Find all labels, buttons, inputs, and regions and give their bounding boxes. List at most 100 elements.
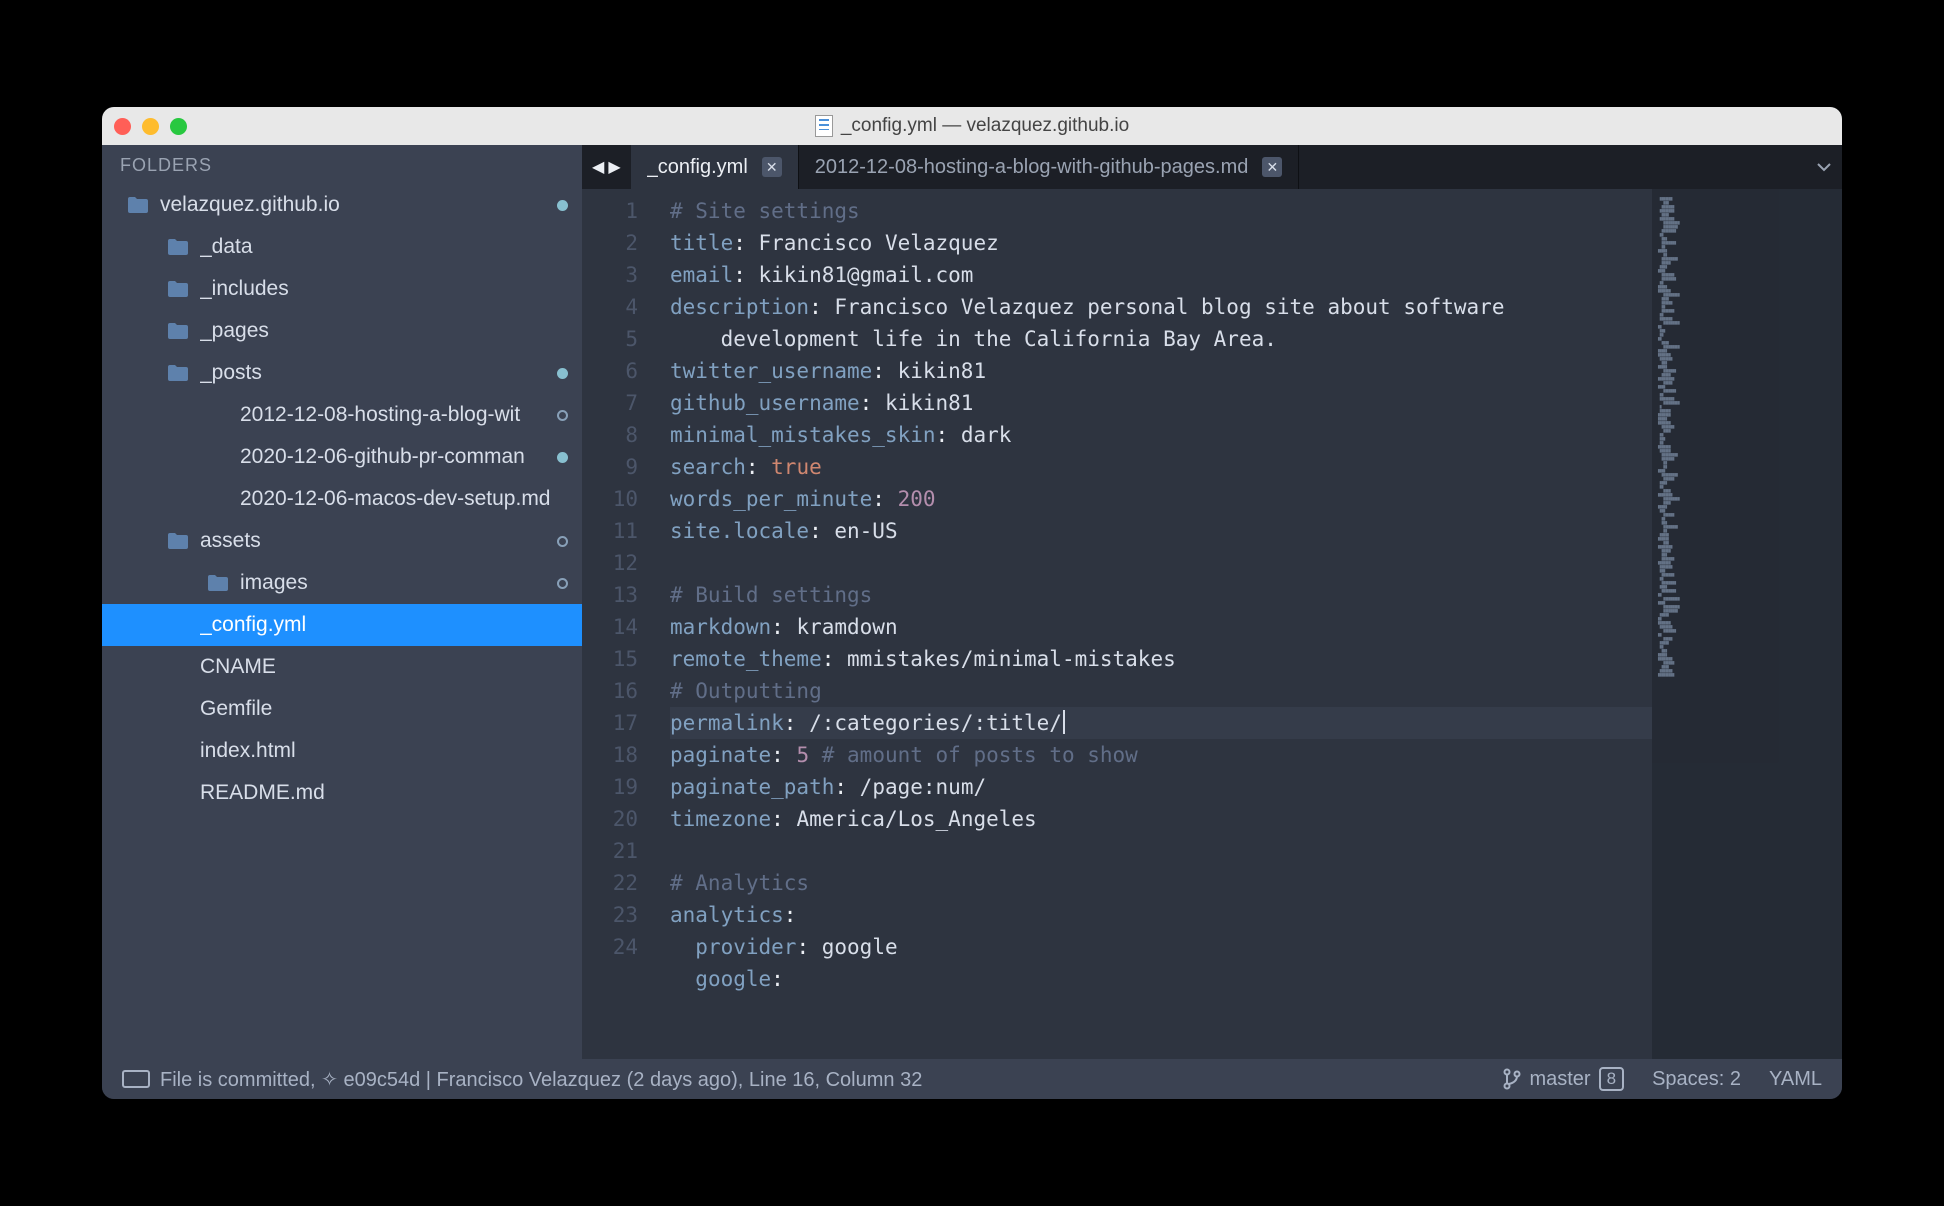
code-line: google: (670, 963, 1652, 995)
folder-item[interactable]: images (102, 562, 582, 604)
code-line: github_username: kikin81 (670, 387, 1652, 419)
tree-item-label: Gemfile (200, 697, 568, 721)
line-number: 6 (582, 355, 638, 387)
text-cursor (1063, 710, 1065, 734)
tab-label: _config.yml (647, 156, 748, 179)
folder-icon (166, 279, 190, 299)
code-line: title: Francisco Velazquez (670, 227, 1652, 259)
file-tree[interactable]: velazquez.github.io _data _includes _pages _… (102, 184, 582, 1059)
line-number: 17 (582, 707, 638, 739)
code-line: # Analytics (670, 867, 1652, 899)
tree-item-label: _data (200, 235, 568, 259)
maximize-button[interactable] (170, 118, 187, 135)
file-icon (166, 615, 190, 635)
file-item[interactable]: 2020-12-06-github-pr-comman (102, 436, 582, 478)
code-line: timezone: America/Los_Angeles (670, 803, 1652, 835)
commit-status-text: File is committed, ✧ e09c54d | Francisco… (160, 1067, 922, 1092)
code-line (670, 547, 1652, 579)
line-number: 10 (582, 483, 638, 515)
status-icon (122, 1070, 150, 1088)
tab[interactable]: _config.yml ✕ (631, 145, 799, 189)
file-item[interactable]: 2020-12-06-macos-dev-setup.md (102, 478, 582, 520)
folder-icon (166, 321, 190, 341)
tab-history-nav[interactable]: ◀ ▶ (582, 145, 631, 189)
tree-item-label: _pages (200, 319, 568, 343)
minimap[interactable]: ███████ ███ ███████ ████████ ████ ██████… (1652, 189, 1842, 1059)
code-content[interactable]: # Site settingstitle: Francisco Velazque… (652, 189, 1652, 1059)
chevron-down-icon (1817, 162, 1831, 172)
close-icon[interactable]: ✕ (762, 157, 782, 177)
line-number: 2 (582, 227, 638, 259)
code-line: twitter_username: kikin81 (670, 355, 1652, 387)
folder-item[interactable]: _pages (102, 310, 582, 352)
code-line: analytics: (670, 899, 1652, 931)
file-icon (166, 783, 190, 803)
folder-item[interactable]: _posts (102, 352, 582, 394)
line-number: 22 (582, 867, 638, 899)
nav-forward-icon[interactable]: ▶ (608, 157, 620, 177)
file-icon (166, 741, 190, 761)
vcs-status-dot (557, 410, 568, 421)
folder-item[interactable]: velazquez.github.io (102, 184, 582, 226)
file-icon (206, 447, 230, 467)
line-number: 23 (582, 899, 638, 931)
branch-indicator[interactable]: master 8 (1503, 1067, 1624, 1091)
code-line: remote_theme: mmistakes/minimal-mistakes (670, 643, 1652, 675)
file-item[interactable]: _config.yml (102, 604, 582, 646)
line-number: 19 (582, 771, 638, 803)
folder-item[interactable]: _data (102, 226, 582, 268)
folder-item[interactable]: _includes (102, 268, 582, 310)
file-item[interactable]: Gemfile (102, 688, 582, 730)
file-item[interactable]: 2012-12-08-hosting-a-blog-wit (102, 394, 582, 436)
status-bar: File is committed, ✧ e09c54d | Francisco… (102, 1059, 1842, 1099)
line-number: 1 (582, 195, 638, 227)
vcs-status-dot (557, 578, 568, 589)
traffic-lights (114, 118, 187, 135)
code-editor[interactable]: 123456789101112131415161718192021222324 … (582, 189, 1842, 1059)
vcs-status-dot (557, 200, 568, 211)
folder-icon (166, 363, 190, 383)
code-line: search: true (670, 451, 1652, 483)
line-number: 18 (582, 739, 638, 771)
line-number: 7 (582, 387, 638, 419)
git-branch-icon (1503, 1068, 1521, 1090)
tree-item-label: CNAME (200, 655, 568, 679)
line-number: 12 (582, 547, 638, 579)
file-icon (166, 657, 190, 677)
tab-bar: ◀ ▶ _config.yml✕2012-12-08-hosting-a-blo… (582, 145, 1842, 189)
window-title-text: _config.yml — velazquez.github.io (841, 115, 1129, 137)
file-icon (206, 405, 230, 425)
line-gutter: 123456789101112131415161718192021222324 (582, 189, 652, 1059)
minimize-button[interactable] (142, 118, 159, 135)
file-item[interactable]: CNAME (102, 646, 582, 688)
tab-overflow-button[interactable] (1806, 145, 1842, 189)
vcs-status-dot (557, 452, 568, 463)
file-item[interactable]: index.html (102, 730, 582, 772)
line-number: 16 (582, 675, 638, 707)
folder-item[interactable]: assets (102, 520, 582, 562)
syntax-status[interactable]: YAML (1769, 1068, 1822, 1091)
vcs-status-dot (557, 368, 568, 379)
line-number: 20 (582, 803, 638, 835)
folder-icon (166, 237, 190, 257)
folders-header: FOLDERS (102, 145, 582, 184)
close-icon[interactable]: ✕ (1262, 157, 1282, 177)
code-line: # Build settings (670, 579, 1652, 611)
indent-status[interactable]: Spaces: 2 (1652, 1068, 1741, 1091)
titlebar: _config.yml — velazquez.github.io (102, 107, 1842, 145)
code-line: paginate_path: /page:num/ (670, 771, 1652, 803)
file-item[interactable]: README.md (102, 772, 582, 814)
tree-item-label: 2012-12-08-hosting-a-blog-wit (240, 403, 549, 427)
tree-item-label: _includes (200, 277, 568, 301)
tree-item-label: velazquez.github.io (160, 193, 549, 217)
code-line: words_per_minute: 200 (670, 483, 1652, 515)
nav-back-icon[interactable]: ◀ (592, 157, 604, 177)
branch-change-count: 8 (1599, 1067, 1624, 1091)
line-number: 9 (582, 451, 638, 483)
tab[interactable]: 2012-12-08-hosting-a-blog-with-github-pa… (799, 145, 1300, 189)
code-line: # Site settings (670, 195, 1652, 227)
close-button[interactable] (114, 118, 131, 135)
line-number: 21 (582, 835, 638, 867)
line-number: 24 (582, 931, 638, 963)
code-line: site.locale: en-US (670, 515, 1652, 547)
